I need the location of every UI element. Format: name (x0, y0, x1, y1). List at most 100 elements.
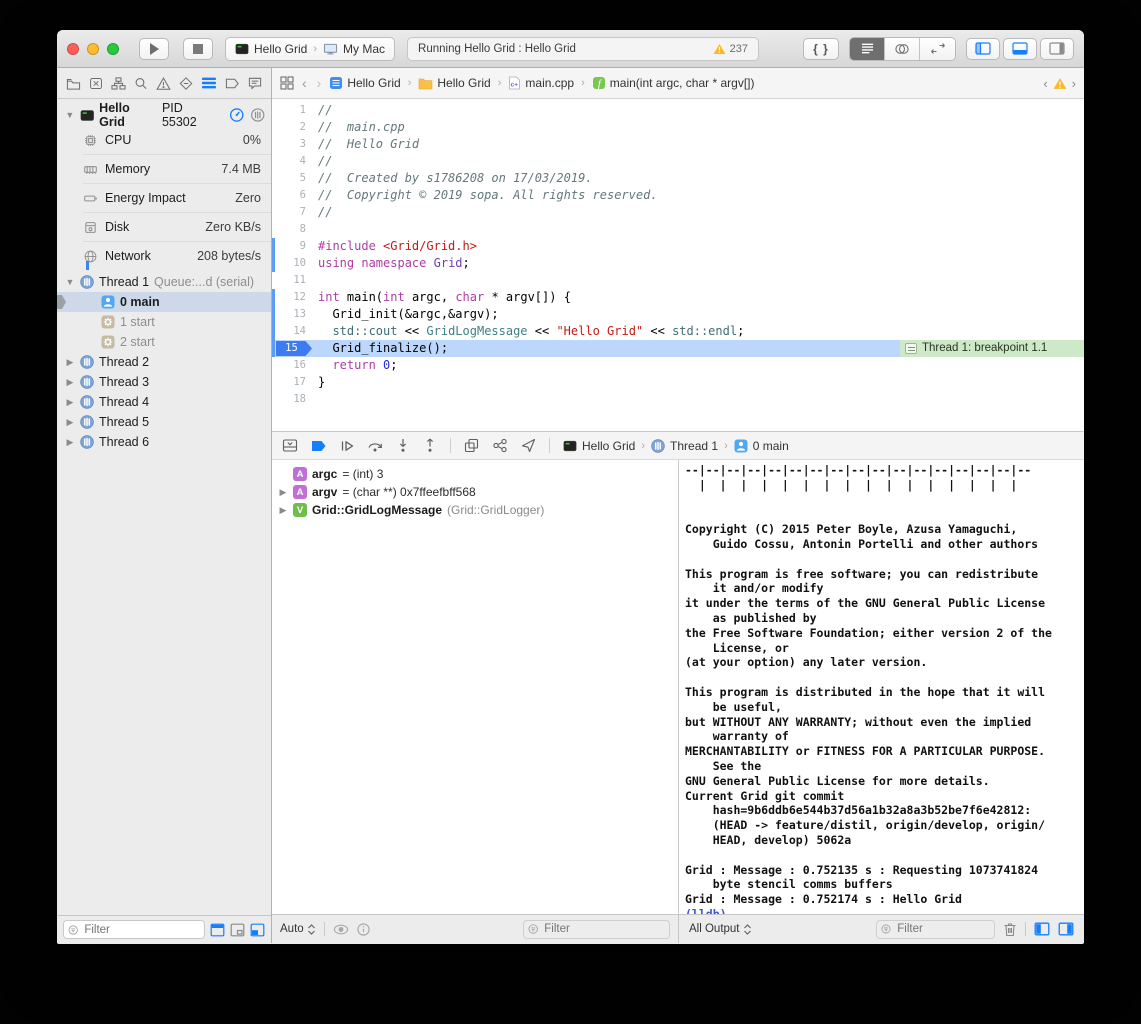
code-line[interactable]: 17} (272, 374, 1084, 391)
line-number[interactable]: 10 (272, 255, 318, 272)
code-line[interactable]: 12int main(int argc, char * argv[]) { (272, 289, 1084, 306)
toggle-inspector-button[interactable] (1040, 38, 1074, 60)
stack-frame-row[interactable]: 0 main (57, 292, 271, 312)
gauge-row-memory[interactable]: Memory7.4 MB (83, 154, 271, 183)
line-number[interactable]: 12 (272, 289, 318, 306)
stack-frame-row[interactable]: 1 start (57, 312, 271, 332)
standard-editor-button[interactable] (850, 38, 885, 60)
debug-navigator-icon[interactable] (201, 76, 217, 90)
variable-row[interactable]: ▶VGrid::GridLogMessage (Grid::GridLogger… (272, 501, 678, 519)
line-number[interactable]: 6 (272, 187, 318, 204)
assistant-editor-button[interactable] (885, 38, 920, 60)
breakpoints-toggle-icon[interactable] (311, 440, 327, 452)
console-filter-input[interactable] (895, 922, 990, 936)
thread-row[interactable]: ▶Thread 4 (57, 392, 271, 412)
test-navigator-icon[interactable] (179, 76, 193, 91)
performance-gauges-icon[interactable] (229, 107, 244, 123)
activity-viewer[interactable]: Running Hello Grid : Hello Grid 237 (407, 37, 759, 61)
disclosure-closed-icon[interactable]: ▶ (65, 437, 75, 448)
minimize-button[interactable] (87, 43, 99, 55)
code-line[interactable]: 4// (272, 153, 1084, 170)
step-into-icon[interactable] (396, 438, 410, 453)
quicklook-icon[interactable] (333, 924, 349, 935)
report-navigator-icon[interactable] (248, 76, 262, 90)
code-line[interactable]: 3// Hello Grid (272, 136, 1084, 153)
line-number[interactable]: 8 (272, 221, 318, 238)
show-paused-only-icon[interactable] (210, 923, 225, 937)
code-line[interactable]: 10using namespace Grid; (272, 255, 1084, 272)
code-line[interactable]: 13 Grid_init(&argc,&argv); (272, 306, 1084, 323)
issue-warning-icon[interactable] (1053, 77, 1067, 90)
jumpbar-file-crumb[interactable]: c+ main.cpp (508, 76, 574, 90)
gauge-row-energy-impact[interactable]: Energy ImpactZero (83, 183, 271, 212)
thread-row[interactable]: ▶Thread 5 (57, 412, 271, 432)
disclosure-closed-icon[interactable]: ▶ (278, 505, 288, 516)
line-number[interactable]: 2 (272, 119, 318, 136)
breakpoint-annotation[interactable]: Thread 1: breakpoint 1.1 (900, 340, 1084, 357)
breakpoint-tag[interactable]: 15 (276, 341, 312, 356)
toggle-console-icon[interactable] (1058, 922, 1074, 936)
line-number[interactable]: 11 (272, 272, 318, 289)
thread-row[interactable]: ▶Thread 6 (57, 432, 271, 452)
line-number[interactable]: 9 (272, 238, 318, 255)
code-line[interactable]: 18 (272, 391, 1084, 408)
source-control-navigator-icon[interactable] (89, 76, 103, 91)
code-line[interactable]: 8 (272, 221, 1084, 238)
navigator-filter-input[interactable] (82, 923, 200, 937)
stop-button[interactable] (183, 38, 213, 60)
line-number[interactable]: 4 (272, 153, 318, 170)
disclosure-closed-icon[interactable]: ▶ (65, 417, 75, 428)
disclosure-closed-icon[interactable]: ▶ (65, 377, 75, 388)
code-line[interactable]: 9#include <Grid/Grid.h> (272, 238, 1084, 255)
code-line[interactable]: 11 (272, 272, 1084, 289)
disclosure-open-icon[interactable]: ▼ (65, 277, 75, 287)
debug-crumb-process[interactable]: Hello Grid (582, 439, 635, 453)
code-line[interactable]: 6// Copyright © 2019 sopa. All rights re… (272, 187, 1084, 204)
process-row[interactable]: ▼ Hello Grid PID 55302 (57, 104, 271, 126)
gauge-row-disk[interactable]: DiskZero KB/s (83, 212, 271, 241)
thread-row[interactable]: ▶Thread 3 (57, 372, 271, 392)
disclosure-closed-icon[interactable]: ▶ (65, 357, 75, 368)
code-line[interactable]: 14 std::cout << GridLogMessage << "Hello… (272, 323, 1084, 340)
breakpoint-indicator[interactable]: 15 (272, 340, 318, 357)
clear-console-icon[interactable] (1003, 922, 1017, 937)
source-editor[interactable]: 1//2// main.cpp3// Hello Grid4//5// Crea… (272, 99, 1084, 431)
line-number[interactable]: 13 (272, 306, 318, 323)
show-running-blocks-icon[interactable] (230, 923, 245, 937)
code-line[interactable]: 2// main.cpp (272, 119, 1084, 136)
step-out-icon[interactable] (423, 438, 437, 453)
line-number[interactable]: 17 (272, 374, 318, 391)
variables-filter-input[interactable] (542, 922, 665, 936)
go-back-icon[interactable]: ‹ (300, 75, 309, 91)
console-filter-field[interactable] (876, 920, 995, 939)
breakpoint-navigator-icon[interactable] (225, 77, 240, 90)
next-issue-icon[interactable]: › (1072, 76, 1076, 91)
scheme-selector[interactable]: Hello Grid › My Mac (225, 37, 395, 61)
toggle-debug-area-button[interactable] (1003, 38, 1037, 60)
jumpbar-project-crumb[interactable]: Hello Grid (329, 76, 400, 90)
console-output[interactable]: --|--|--|--|--|--|--|--|--|--|--|--|--|-… (679, 460, 1084, 914)
memory-graph-icon[interactable] (492, 438, 508, 453)
toggle-navigator-button[interactable] (966, 38, 1000, 60)
gauge-row-network[interactable]: Network208 bytes/s (83, 241, 271, 270)
line-number[interactable]: 1 (272, 102, 318, 119)
line-number[interactable]: 3 (272, 136, 318, 153)
toggle-variables-view-icon[interactable] (1034, 922, 1050, 936)
code-line[interactable]: 5// Created by s1786208 on 17/03/2019. (272, 170, 1084, 187)
view-hierarchy-icon[interactable] (464, 438, 479, 453)
zoom-button[interactable] (107, 43, 119, 55)
line-number[interactable]: 5 (272, 170, 318, 187)
continue-execution-icon[interactable] (340, 439, 354, 453)
debug-crumb-frame[interactable]: 0 main (753, 439, 789, 453)
run-button[interactable] (139, 38, 169, 60)
line-number[interactable]: 14 (272, 323, 318, 340)
related-items-icon[interactable] (280, 76, 294, 90)
code-line[interactable]: 16 return 0; (272, 357, 1084, 374)
warning-badge[interactable]: 237 (713, 43, 748, 55)
debug-crumb-thread[interactable]: Thread 1 (670, 439, 718, 453)
find-navigator-icon[interactable] (134, 76, 148, 91)
library-button[interactable]: { } (803, 38, 839, 60)
step-over-icon[interactable] (367, 439, 383, 453)
symbol-navigator-icon[interactable] (111, 76, 126, 91)
disclosure-closed-icon[interactable]: ▶ (278, 487, 288, 498)
